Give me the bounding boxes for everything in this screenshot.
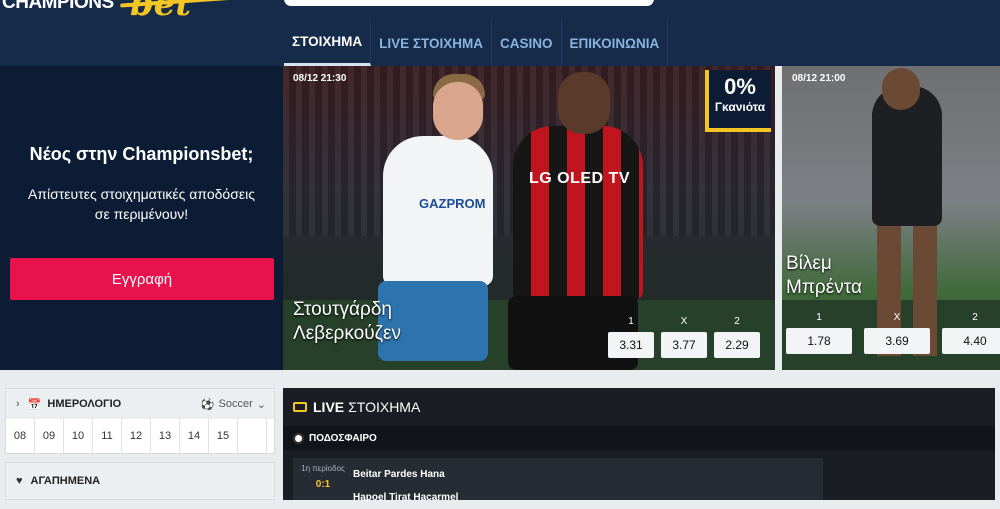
odd-button[interactable]: 4.40 [942,328,1000,354]
event-teams: Beitar Pardes Hana Hapoel Tirat Hacarmel [353,458,458,503]
player-image [433,82,483,140]
away-team: Hapoel Tirat Hacarmel [353,492,459,503]
promo-title: Νέος στην Championsbet; [29,144,254,164]
zero-margin-badge: 0% Γκανιότα [705,70,771,132]
live-title-rest: ΣΤΟΙΧΗΜΑ [348,399,421,415]
nav-item-casino[interactable]: CASINO [492,20,562,66]
home-team: Στουτγάρδη [293,299,392,320]
calendar-header[interactable]: › 📅 ΗΜΕΡΟΛΟΓΙΟ ⚽ Soccer ⌄ [6,389,274,419]
event-period: 1η περίοδος [301,464,345,473]
match-teams: Στουτγάρδη Λεβερκούζεν [293,298,401,346]
odd-away: 2 4.40 [942,312,1000,354]
away-team: Μπρέντα [786,277,862,298]
featured-match-card[interactable]: LG OLED TV GAZPROM 08/12 21:30 0% Γκανιό… [283,66,775,370]
player-image [558,72,610,134]
home-team: Βίλεμ [786,253,832,274]
promo-subtitle-line1: Απίστευτες στοιχηματικές αποδόσεις [28,186,255,202]
odd-label: 2 [972,312,978,323]
favorites-panel[interactable]: ♥ ΑΓΑΠΗΜΕΝΑ [5,462,275,500]
nav-item-contact[interactable]: ΕΠΙΚΟΙΝΩΝΙΑ [562,20,669,66]
date-cell[interactable]: 14 [180,419,209,453]
date-cell[interactable]: 10 [64,419,93,453]
event-score: 0:1 [315,479,331,490]
favorites-title: ΑΓΑΠΗΜΕΝΑ [30,475,101,487]
calendar-panel: › 📅 ΗΜΕΡΟΛΟΓΙΟ ⚽ Soccer ⌄ 08 09 10 11 12… [5,388,275,454]
sport-tab-label: ΠΟΔΟΣΦΑΙΡΟ [309,432,377,444]
odd-home: 1 3.31 [608,316,654,358]
odd-label: 2 [734,316,740,327]
promo-subtitle-line2: σε περιμένουν! [94,206,189,222]
search-input[interactable] [284,0,654,6]
shirt-sponsor-text: LG OLED TV [529,170,630,187]
odd-label: 1 [628,316,634,327]
odd-draw: X 3.77 [661,316,707,358]
logo-accent-text: bet [130,0,192,24]
chevron-down-icon: ⌄ [256,398,266,411]
odd-button[interactable]: 3.31 [608,332,654,358]
odd-draw: X 3.69 [864,312,930,354]
date-cell[interactable]: 13 [151,419,180,453]
live-betting-panel: LIVE ΣΤΟΙΧΗΜΑ ΠΟΔΟΣΦΑΙΡΟ 1η περίοδος 0:1… [283,388,995,503]
tv-icon [293,402,307,412]
date-cell[interactable]: 11 [93,419,122,453]
nav-item-live-betting[interactable]: LIVE ΣΤΟΙΧΗΜΑ [371,20,492,66]
match-date: 08/12 21:00 [792,73,846,84]
chevron-right-icon[interactable]: › [16,398,20,410]
date-cell[interactable]: 09 [35,419,64,453]
nav-item-sports-betting[interactable]: ΣΤΟΙΧΗΜΑ [284,20,372,66]
odd-away: 2 2.29 [714,316,760,358]
player-image [882,68,920,110]
odds-group: 1 3.31 X 3.77 2 2.29 [608,316,767,358]
away-team: Λεβερκούζεν [293,323,401,344]
player-image [383,136,493,286]
soccer-ball-icon: ⚽ [200,398,215,411]
date-cell[interactable] [238,419,267,453]
sport-select[interactable]: ⚽ Soccer ⌄ [201,398,266,411]
odds-group: 1 1.78 X 3.69 2 4.40 [786,312,1000,354]
odd-label: X [680,316,688,327]
event-meta: 1η περίοδος 0:1 [293,458,353,500]
sport-select-value: Soccer [218,398,253,410]
live-event-row[interactable]: 1η περίοδος 0:1 Beitar Pardes Hana Hapoe… [293,458,823,503]
live-header: LIVE ΣΤΟΙΧΗΜΑ [283,388,995,426]
date-cell[interactable]: 15 [209,419,238,453]
odd-button[interactable]: 2.29 [714,332,760,358]
heart-icon: ♥ [16,475,23,487]
odd-label: 1 [816,312,822,323]
register-button[interactable]: Εγγραφή [10,258,274,300]
promo-subtitle: Απίστευτες στοιχηματικές αποδόσεις σε πε… [0,184,283,224]
odd-button[interactable]: 3.69 [864,328,930,354]
featured-match-card[interactable]: 08/12 21:00 Βίλεμ Μπρέντα 1 1.78 X 3.69 … [782,66,1000,370]
tab-football[interactable]: ΠΟΔΟΣΦΑΙΡΟ [283,426,995,450]
match-date: 08/12 21:30 [293,73,347,84]
soccer-ball-icon [293,432,304,444]
badge-label: Γκανιότα [714,100,766,114]
badge-percent: 0% [724,74,756,99]
odd-label: X [893,312,901,323]
match-teams: Βίλεμ Μπρέντα [786,252,862,300]
date-strip: 08 09 10 11 12 13 14 15 [6,419,274,453]
calendar-title: ΗΜΕΡΟΛΟΓΙΟ [47,398,122,410]
date-cell[interactable]: 12 [122,419,151,453]
live-title-bold: LIVE [313,399,345,415]
player-image [513,126,643,301]
logo-main-text: CHAMPIONS [2,0,114,13]
site-header: CHAMPIONS bet ΣΤΟΙΧΗΜΑ LIVE ΣΤΟΙΧΗΜΑ CAS… [0,0,1000,66]
main-nav: ΣΤΟΙΧΗΜΑ LIVE ΣΤΟΙΧΗΜΑ CASINO ΕΠΙΚΟΙΝΩΝΙ… [284,20,669,66]
odd-button[interactable]: 3.77 [661,332,707,358]
odd-button[interactable]: 1.78 [786,328,852,354]
home-team: Beitar Pardes Hana [353,469,445,480]
odd-home: 1 1.78 [786,312,852,354]
shirt-sponsor-text: GAZPROM [419,196,486,211]
signup-promo: Νέος στην Championsbet; Απίστευτες στοιχ… [0,66,283,370]
calendar-icon: 📅 [27,398,42,411]
date-cell[interactable]: 08 [6,419,35,453]
